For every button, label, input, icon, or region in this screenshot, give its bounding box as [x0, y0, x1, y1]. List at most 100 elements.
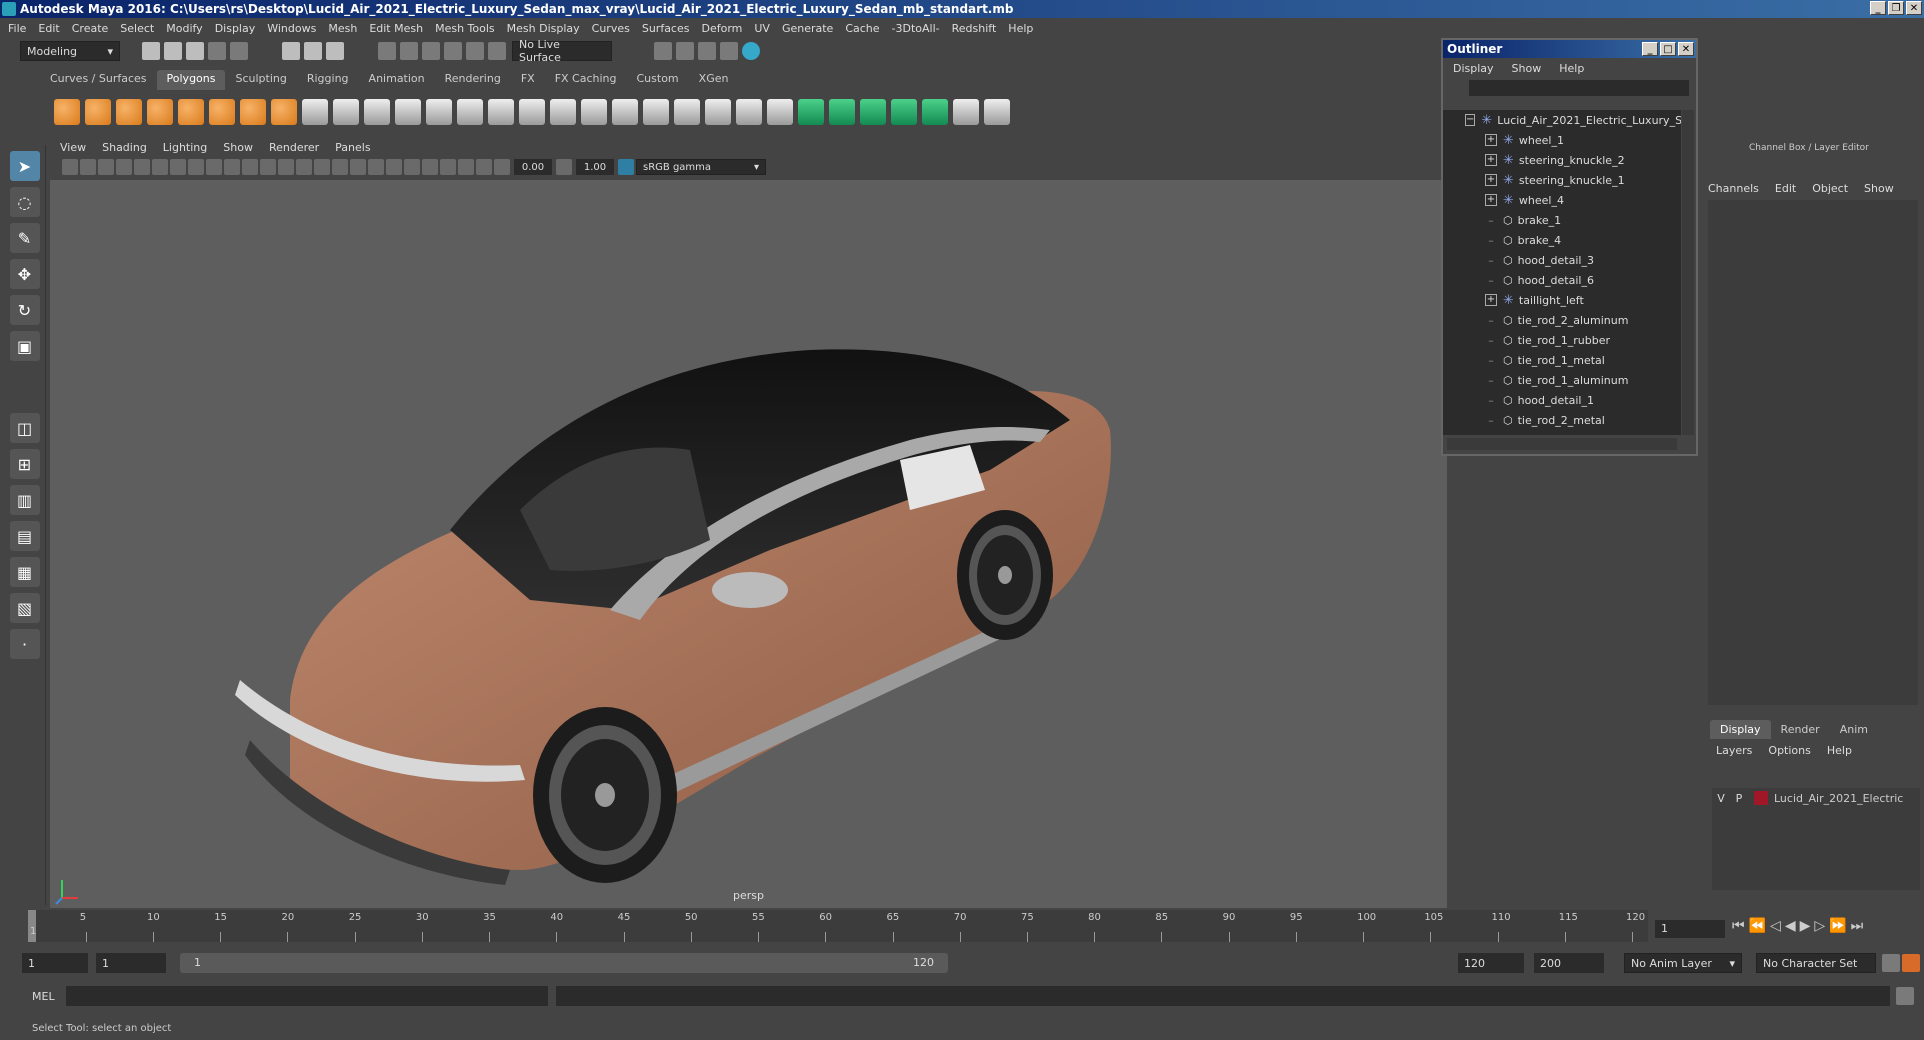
safe-title-icon[interactable]: [242, 159, 258, 175]
menu-edit[interactable]: Edit: [38, 22, 59, 35]
tab-curves-surfaces[interactable]: Curves / Surfaces: [40, 70, 157, 90]
minimize-button[interactable]: _: [1870, 1, 1886, 15]
outliner-vertical-scrollbar[interactable]: [1682, 110, 1694, 435]
save-scene-icon[interactable]: [186, 42, 204, 60]
tab-xgen[interactable]: XGen: [689, 70, 739, 90]
snap-view-icon[interactable]: [444, 42, 462, 60]
current-frame-field[interactable]: 1: [1655, 920, 1725, 938]
resolution-gate-icon[interactable]: [170, 159, 186, 175]
expand-icon[interactable]: +: [1485, 134, 1497, 146]
expand-icon[interactable]: +: [1485, 174, 1497, 186]
tab-fx-caching[interactable]: FX Caching: [545, 70, 627, 90]
outliner-item[interactable]: + ✳ steering_knuckle_2: [1443, 150, 1681, 170]
multi-cut-icon[interactable]: [519, 99, 545, 125]
snap-curve-icon[interactable]: [400, 42, 418, 60]
textured-icon[interactable]: [314, 159, 330, 175]
poly-cone-icon[interactable]: [147, 99, 173, 125]
outliner-item[interactable]: – ⬡ tie_rod_2_aluminum: [1443, 310, 1681, 330]
field-chart-icon[interactable]: [206, 159, 222, 175]
display-layer-row[interactable]: V P Lucid_Air_2021_Electric: [1712, 788, 1920, 808]
menu-file[interactable]: File: [8, 22, 26, 35]
menu-mesh-tools[interactable]: Mesh Tools: [435, 22, 495, 35]
new-scene-icon[interactable]: [142, 42, 160, 60]
xray-joints-icon[interactable]: [458, 159, 474, 175]
live-surface-field[interactable]: No Live Surface: [512, 38, 612, 64]
redo-icon[interactable]: [230, 42, 248, 60]
uv-editor-icon[interactable]: [984, 99, 1010, 125]
select-tool-icon[interactable]: ➤: [9, 151, 40, 181]
outliner-menu-display[interactable]: Display: [1453, 62, 1494, 75]
layer-menu-layers[interactable]: Layers: [1716, 744, 1752, 757]
scale-tool-icon[interactable]: ▣: [9, 331, 40, 361]
outliner-item[interactable]: – ⬡ brake_1: [1443, 210, 1681, 230]
camera-attributes-icon[interactable]: [80, 159, 96, 175]
menu-edit-mesh[interactable]: Edit Mesh: [369, 22, 423, 35]
camera-icon[interactable]: [62, 159, 78, 175]
outliner-item[interactable]: – ⬡ hood_detail_1: [1443, 390, 1681, 410]
gamma-icon[interactable]: [556, 159, 572, 175]
menu-cache[interactable]: Cache: [845, 22, 879, 35]
time-slider[interactable]: 1 5 10 15 20 25 30 35 40 45 50 55 60 65 70 75 80 85 90 95 1…: [28, 910, 1648, 942]
planar-map-icon[interactable]: [798, 99, 824, 125]
select-component-icon[interactable]: [326, 42, 344, 60]
layer-menu-options[interactable]: Options: [1768, 744, 1810, 757]
menu-mesh[interactable]: Mesh: [328, 22, 357, 35]
vp-menu-lighting[interactable]: Lighting: [163, 141, 207, 154]
menu-modify[interactable]: Modify: [166, 22, 202, 35]
checker-map-icon[interactable]: [953, 99, 979, 125]
snap-surface-icon[interactable]: [466, 42, 484, 60]
cb-menu-channels[interactable]: Channels: [1708, 182, 1759, 195]
layer-visibility-toggle[interactable]: V: [1712, 792, 1730, 805]
playback-end-field[interactable]: 120: [1458, 953, 1524, 973]
tab-polygons[interactable]: Polygons: [156, 70, 226, 90]
range-slider[interactable]: 1 120: [180, 953, 948, 973]
film-gate-icon[interactable]: [152, 159, 168, 175]
menu-windows[interactable]: Windows: [267, 22, 316, 35]
select-object-icon[interactable]: [304, 42, 322, 60]
append-polygon-icon[interactable]: [612, 99, 638, 125]
undo-icon[interactable]: [208, 42, 226, 60]
cb-menu-edit[interactable]: Edit: [1775, 182, 1796, 195]
extrude-icon[interactable]: [550, 99, 576, 125]
color-space-dropdown[interactable]: sRGB gamma ▾: [636, 159, 766, 175]
tab-fx[interactable]: FX: [511, 70, 545, 90]
motion-blur-icon[interactable]: [386, 159, 402, 175]
bookmark-icon[interactable]: [98, 159, 114, 175]
grid-toggle-icon[interactable]: [134, 159, 150, 175]
anim-layer-dropdown[interactable]: No Anim Layer ▾: [1624, 953, 1742, 973]
mirror-icon[interactable]: [457, 99, 483, 125]
single-perspective-layout-icon[interactable]: ◫: [9, 413, 40, 443]
tab-display-layers[interactable]: Display: [1710, 720, 1771, 739]
uv-layout-icon[interactable]: ▧: [9, 593, 40, 623]
open-scene-icon[interactable]: [164, 42, 182, 60]
cylindrical-map-icon[interactable]: [829, 99, 855, 125]
outliner-item[interactable]: – ⬡ tie_rod_1_aluminum: [1443, 370, 1681, 390]
step-back-icon[interactable]: ⏪: [1749, 918, 1766, 934]
snap-grid-icon[interactable]: [378, 42, 396, 60]
animation-start-field[interactable]: 1: [22, 953, 88, 973]
tab-sculpting[interactable]: Sculpting: [225, 70, 296, 90]
paint-select-icon[interactable]: ✎: [9, 223, 40, 253]
preferences-icon[interactable]: [1902, 954, 1920, 972]
fill-hole-icon[interactable]: [643, 99, 669, 125]
outliner-item[interactable]: + ✳ taillight_left: [1443, 290, 1681, 310]
poly-sphere-icon[interactable]: [54, 99, 80, 125]
playback-start-field[interactable]: 1: [96, 953, 166, 973]
menu-uv[interactable]: UV: [754, 22, 770, 35]
menu-3dtoall[interactable]: -3DtoAll-: [892, 22, 940, 35]
combine-icon[interactable]: [302, 99, 328, 125]
outliner-item[interactable]: + ✳ wheel_4: [1443, 190, 1681, 210]
persp-outliner-layout-icon[interactable]: ▥: [9, 485, 40, 515]
ipr-render-icon[interactable]: [676, 42, 694, 60]
outliner-close-button[interactable]: ✕: [1678, 42, 1694, 56]
menu-curves[interactable]: Curves: [592, 22, 630, 35]
snap-point-icon[interactable]: [422, 42, 440, 60]
expand-icon[interactable]: +: [1485, 194, 1497, 206]
persp-graph-layout-icon[interactable]: ▤: [9, 521, 40, 551]
select-hierarchy-icon[interactable]: [282, 42, 300, 60]
extract-icon[interactable]: [364, 99, 390, 125]
layer-menu-help[interactable]: Help: [1827, 744, 1852, 757]
expand-icon[interactable]: +: [1485, 154, 1497, 166]
cb-menu-show[interactable]: Show: [1864, 182, 1894, 195]
anti-aliasing-icon[interactable]: [404, 159, 420, 175]
